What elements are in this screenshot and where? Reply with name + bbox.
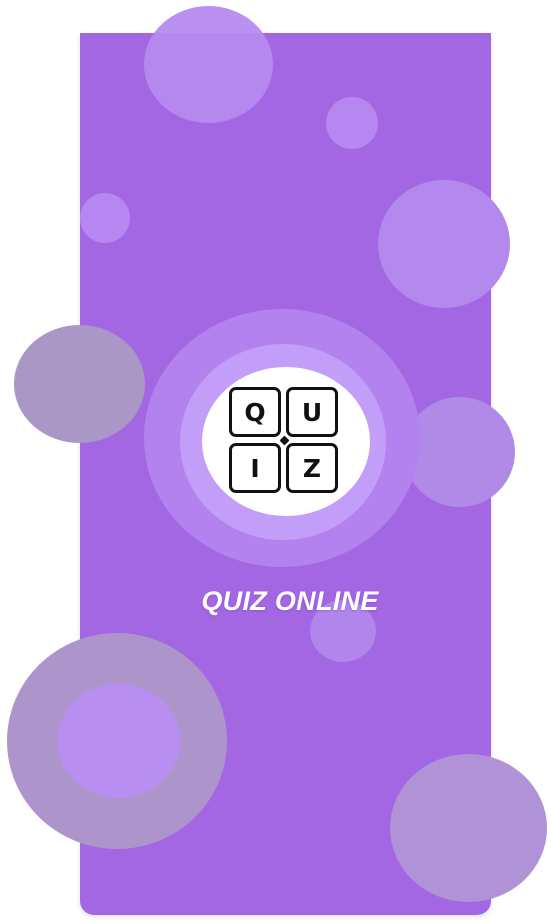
app-title: QUIZ ONLINE <box>201 586 379 616</box>
logo-tile-q: Q <box>229 387 281 437</box>
logo-tile-z: Z <box>286 443 338 493</box>
decorative-bubble <box>144 6 273 123</box>
decorative-bubble <box>57 684 180 798</box>
decorative-bubble <box>326 97 378 149</box>
decorative-bubble <box>390 754 547 902</box>
logo-tile-i: I <box>229 443 281 493</box>
quiz-tiles-icon: Q U I Z <box>228 386 344 498</box>
decorative-bubble <box>80 193 130 243</box>
decorative-bubble <box>378 180 510 308</box>
logo-tile-u: U <box>286 387 338 437</box>
decorative-bubble <box>14 325 145 443</box>
splash-screen: Q U I Z QUIZ ONLINE <box>0 0 551 924</box>
decorative-bubble <box>404 397 515 507</box>
